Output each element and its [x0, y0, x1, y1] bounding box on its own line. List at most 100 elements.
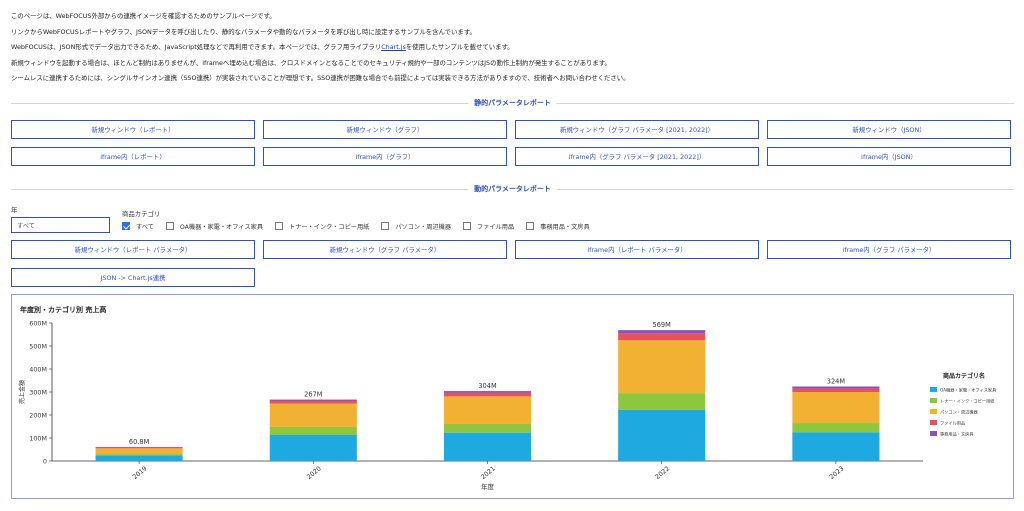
x-tick-label: 2023	[828, 464, 846, 481]
bar-segment	[95, 447, 183, 449]
y-tick-label: 600M	[29, 319, 47, 327]
json-chartjs-button[interactable]: JSON -> Chart.js連携	[11, 268, 255, 287]
bar-segment	[269, 399, 357, 401]
dynamic-new-window-report-param-button[interactable]: 新規ウィンドウ（レポート パラメータ）	[11, 240, 255, 259]
x-tick-label: 2019	[131, 464, 149, 481]
bar-segment	[618, 333, 706, 341]
category-label: 商品カテゴリ	[122, 210, 161, 218]
static-iframe-graph-param-button[interactable]: iframe内（グラフ パラメータ [2021, 2022]）	[515, 147, 759, 166]
bar-segment	[269, 403, 357, 427]
legend-label: パソコン・周辺機器	[940, 408, 979, 415]
dynamic-iframe-graph-param-button[interactable]: iframe内（グラフ パラメータ）	[767, 240, 1011, 259]
bar-segment	[792, 432, 880, 461]
checkbox-all-box[interactable]	[122, 222, 130, 230]
bar-segment	[443, 396, 532, 424]
bar-segment	[95, 448, 183, 455]
bar-segment	[792, 388, 880, 392]
dynamic-iframe-report-param-button[interactable]: iframe内（レポート パラメータ）	[515, 240, 759, 259]
intro-line-2: リンクからWebFOCUSレポートやグラフ、JSONデータを呼び出したり、静的な…	[11, 27, 476, 36]
bar-total-label: 569M	[653, 321, 672, 329]
checkbox-file[interactable]: ファイル用品	[463, 222, 514, 231]
y-axis-title: 売上金額	[18, 380, 26, 404]
static-section-divider: 静的パラメータレポート	[11, 98, 1014, 108]
bar-segment	[443, 432, 532, 461]
legend-swatch	[930, 420, 937, 425]
checkbox-all[interactable]: すべて	[122, 222, 154, 231]
checkbox-pc-label: パソコン・周辺機器	[395, 223, 452, 231]
checkbox-oa-box[interactable]	[165, 222, 174, 230]
chart-panel: 年度別・カテゴリ別 売上高 0 100M 200M 300M 400M 500M 600M 売上…	[11, 294, 1014, 499]
static-iframe-json-button[interactable]: iframe内（JSON）	[767, 147, 1011, 166]
static-iframe-graph-button[interactable]: iframe内（グラフ）	[263, 147, 507, 166]
static-section-title: 静的パラメータレポート	[468, 98, 557, 108]
bar-total-label: 60.8M	[129, 438, 150, 446]
bar-segment	[95, 455, 183, 461]
y-tick-label: 200M	[29, 411, 47, 419]
year-label: 年	[11, 206, 18, 214]
intro-line-3-before: WebFOCUSは、JSON形式でデータ出力できるため、JavaScript処理…	[11, 43, 382, 51]
legend-label: ファイル用品	[940, 420, 965, 426]
bar-segment	[618, 409, 706, 461]
dynamic-section-divider: 動的パラメータレポート	[11, 184, 1014, 194]
intro-line-1: このページは、WebFOCUS外部からの連携イメージを確認するためのサンプルペー…	[11, 12, 276, 20]
intro-line-5: シームレスに連携するためには、シングルサインオン連携（SSO連携）が実装されてい…	[11, 74, 630, 82]
static-new-window-graph-button[interactable]: 新規ウィンドウ（グラフ）	[263, 120, 507, 139]
bar-segment	[443, 423, 532, 433]
bar-segment	[792, 423, 880, 433]
checkbox-pc[interactable]: パソコン・周辺機器	[381, 222, 451, 231]
static-new-window-report-button[interactable]: 新規ウィンドウ（レポート）	[11, 120, 255, 139]
static-new-window-graph-param-button[interactable]: 新規ウィンドウ（グラフ パラメータ [2021, 2022]）	[515, 120, 759, 139]
y-tick-label: 400M	[29, 365, 47, 373]
checkbox-oa-label: OA機器・家電・オフィス家具	[179, 223, 264, 231]
legend-swatch	[930, 398, 937, 403]
legend-swatch	[930, 409, 937, 414]
bar-segment	[618, 330, 706, 334]
checkbox-toner-box[interactable]	[275, 222, 284, 230]
dynamic-new-window-graph-param-button[interactable]: 新規ウィンドウ（グラフ パラメータ）	[263, 240, 507, 259]
checkbox-office-box[interactable]	[526, 222, 535, 230]
bar-total-label: 324M	[827, 377, 846, 385]
checkbox-file-box[interactable]	[463, 222, 472, 230]
bar-total-label: 304M	[478, 382, 497, 390]
legend-swatch	[930, 431, 937, 436]
checkbox-all-label: すべて	[136, 223, 154, 231]
bar-segment	[618, 340, 706, 394]
chartjs-link[interactable]: Chart.js	[381, 43, 406, 51]
checkbox-oa[interactable]: OA機器・家電・オフィス家具	[165, 222, 264, 231]
intro-line-3: WebFOCUSは、JSON形式でデータ出力できるため、JavaScript処理…	[11, 40, 1011, 56]
x-axis-title: 年度	[481, 482, 494, 491]
year-input[interactable]: すべて	[11, 217, 110, 233]
bar-segment	[443, 392, 532, 397]
x-tick-label: 2022	[654, 464, 672, 481]
bar-segment	[443, 391, 532, 393]
bar-segment	[792, 386, 880, 389]
bar-segment	[269, 400, 357, 404]
stacked-bar-chart: 年度別・カテゴリ別 売上高 0 100M 200M 300M 400M 500M 600M 売上…	[18, 305, 997, 491]
y-tick-label: 100M	[29, 434, 47, 442]
y-tick-label: 300M	[29, 388, 47, 396]
intro-text: このページは、WebFOCUS外部からの連携イメージを確認するためのサンプルペー…	[11, 9, 1011, 87]
bar-segment	[269, 426, 357, 436]
y-tick-label: 0	[43, 457, 47, 465]
static-new-window-json-button[interactable]: 新規ウィンドウ（JSON）	[767, 120, 1011, 139]
intro-line-4: 新規ウィンドウを起動する場合は、ほとんど制約はありませんが、iframeへ埋め込…	[11, 58, 611, 67]
x-tick-label: 2020	[305, 464, 323, 481]
legend-label: トナー・インク・コピー用紙	[940, 397, 995, 404]
intro-line-3-after: を使用したサンプルを載せています。	[405, 43, 514, 51]
legend-label: 事務用品・文房具	[940, 430, 974, 437]
chart-title: 年度別・カテゴリ別 売上高	[20, 305, 106, 314]
checkbox-toner-label: トナー・インク・コピー用紙	[289, 223, 370, 231]
checkbox-office[interactable]: 事務用品・文房具	[526, 222, 590, 231]
static-iframe-report-button[interactable]: iframe内（レポート）	[11, 147, 255, 166]
legend-swatch	[930, 387, 937, 392]
bar-segment	[618, 393, 706, 410]
bar-segment	[792, 392, 880, 424]
bar-segment	[269, 435, 357, 461]
y-tick-label: 500M	[29, 342, 47, 350]
checkbox-office-label: 事務用品・文房具	[540, 223, 590, 231]
dynamic-section-title: 動的パラメータレポート	[468, 184, 557, 194]
checkbox-file-label: ファイル用品	[477, 223, 515, 231]
category-checkbox-group: すべて OA機器・家電・オフィス家具 トナー・インク・コピー用紙 パソコン・周辺…	[122, 221, 602, 231]
checkbox-pc-box[interactable]	[381, 222, 390, 230]
checkbox-toner[interactable]: トナー・インク・コピー用紙	[275, 222, 369, 231]
